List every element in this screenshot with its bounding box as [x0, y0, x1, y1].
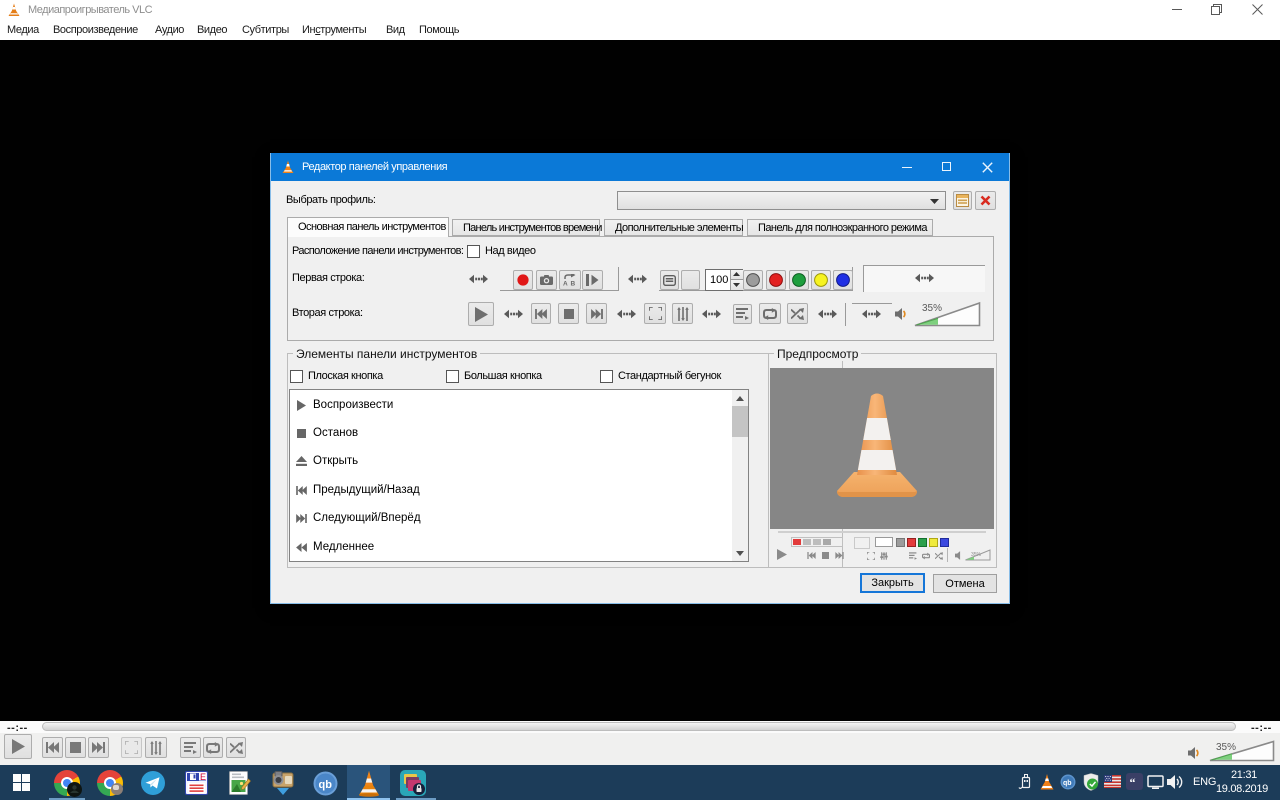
svg-text:qb: qb [319, 779, 333, 791]
svg-text:“: “ [1130, 775, 1136, 789]
svg-text:E: E [200, 772, 206, 782]
svg-text:qb: qb [1063, 780, 1072, 787]
svg-text:B: B [571, 281, 576, 287]
svg-text:A: A [563, 281, 568, 287]
svg-text:35%: 35% [971, 552, 982, 558]
